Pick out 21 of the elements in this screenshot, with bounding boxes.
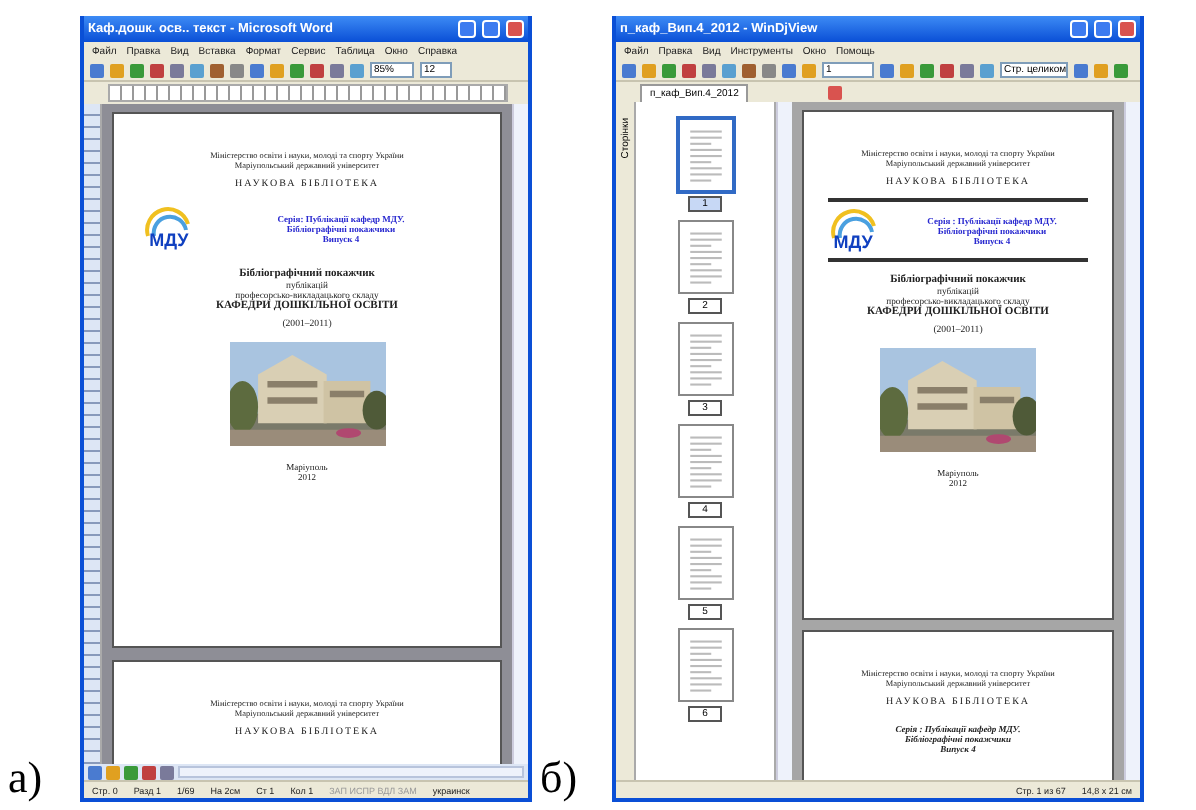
close-tab-icon[interactable]	[828, 86, 843, 100]
university-logo: МДУ	[142, 206, 195, 250]
horizontal-scrollbar[interactable]	[178, 766, 524, 778]
page-thumbnail[interactable]	[677, 424, 733, 498]
scrollbar[interactable]	[776, 102, 792, 780]
minimize-button[interactable]	[1070, 20, 1088, 38]
page-thumbnail[interactable]	[677, 322, 733, 396]
scrollbar[interactable]	[512, 104, 528, 764]
scrollbar[interactable]	[1124, 102, 1140, 780]
page-thumbnail[interactable]	[677, 118, 733, 192]
close-button[interactable]	[506, 20, 524, 38]
university-logo: МДУ	[827, 208, 880, 252]
page-thumbnail[interactable]	[677, 220, 733, 294]
minimize-button[interactable]	[458, 20, 476, 38]
maximize-button[interactable]	[482, 20, 500, 38]
maximize-button[interactable]	[1094, 20, 1112, 38]
close-button[interactable]	[1118, 20, 1136, 38]
figure-label: а)	[8, 754, 45, 802]
page-thumbnail[interactable]	[677, 628, 733, 702]
page-thumbnail[interactable]	[677, 526, 733, 600]
figure-label: б)	[540, 754, 580, 802]
